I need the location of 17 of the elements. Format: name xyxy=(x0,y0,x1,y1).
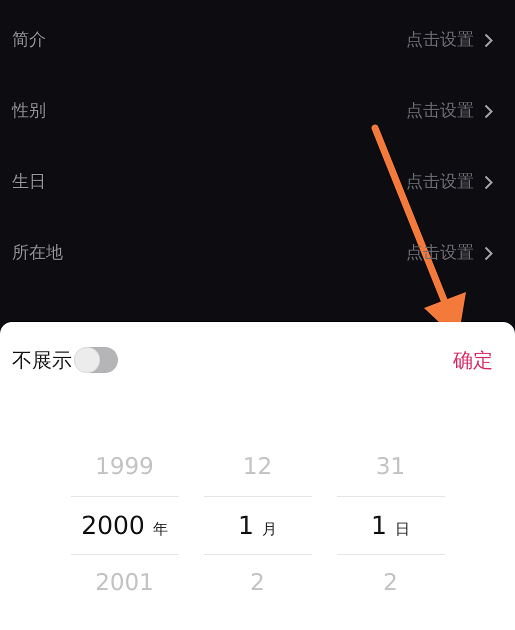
hide-label: 不展示 xyxy=(12,347,72,374)
row-label: 所在地 xyxy=(12,242,63,265)
row-label: 简介 xyxy=(12,28,46,52)
picker-option[interactable]: 1 日 xyxy=(371,506,410,544)
picker-option[interactable]: 1 月 xyxy=(238,506,277,544)
chevron-right-icon xyxy=(484,246,493,261)
row-setting-link[interactable]: 点击设置 xyxy=(406,28,493,54)
row-setting-link[interactable]: 点击设置 xyxy=(406,98,493,124)
hide-toggle[interactable] xyxy=(74,347,118,373)
chevron-right-icon xyxy=(484,33,493,48)
row-label: 性别 xyxy=(12,100,46,123)
chevron-right-icon xyxy=(484,104,493,119)
confirm-button[interactable]: 确定 xyxy=(453,345,493,375)
picker-option[interactable]: 2000 年 xyxy=(81,506,168,544)
row-label: 生日 xyxy=(12,170,46,194)
chevron-right-icon xyxy=(484,175,493,190)
row-setting-link[interactable]: 点击设置 xyxy=(406,170,493,196)
